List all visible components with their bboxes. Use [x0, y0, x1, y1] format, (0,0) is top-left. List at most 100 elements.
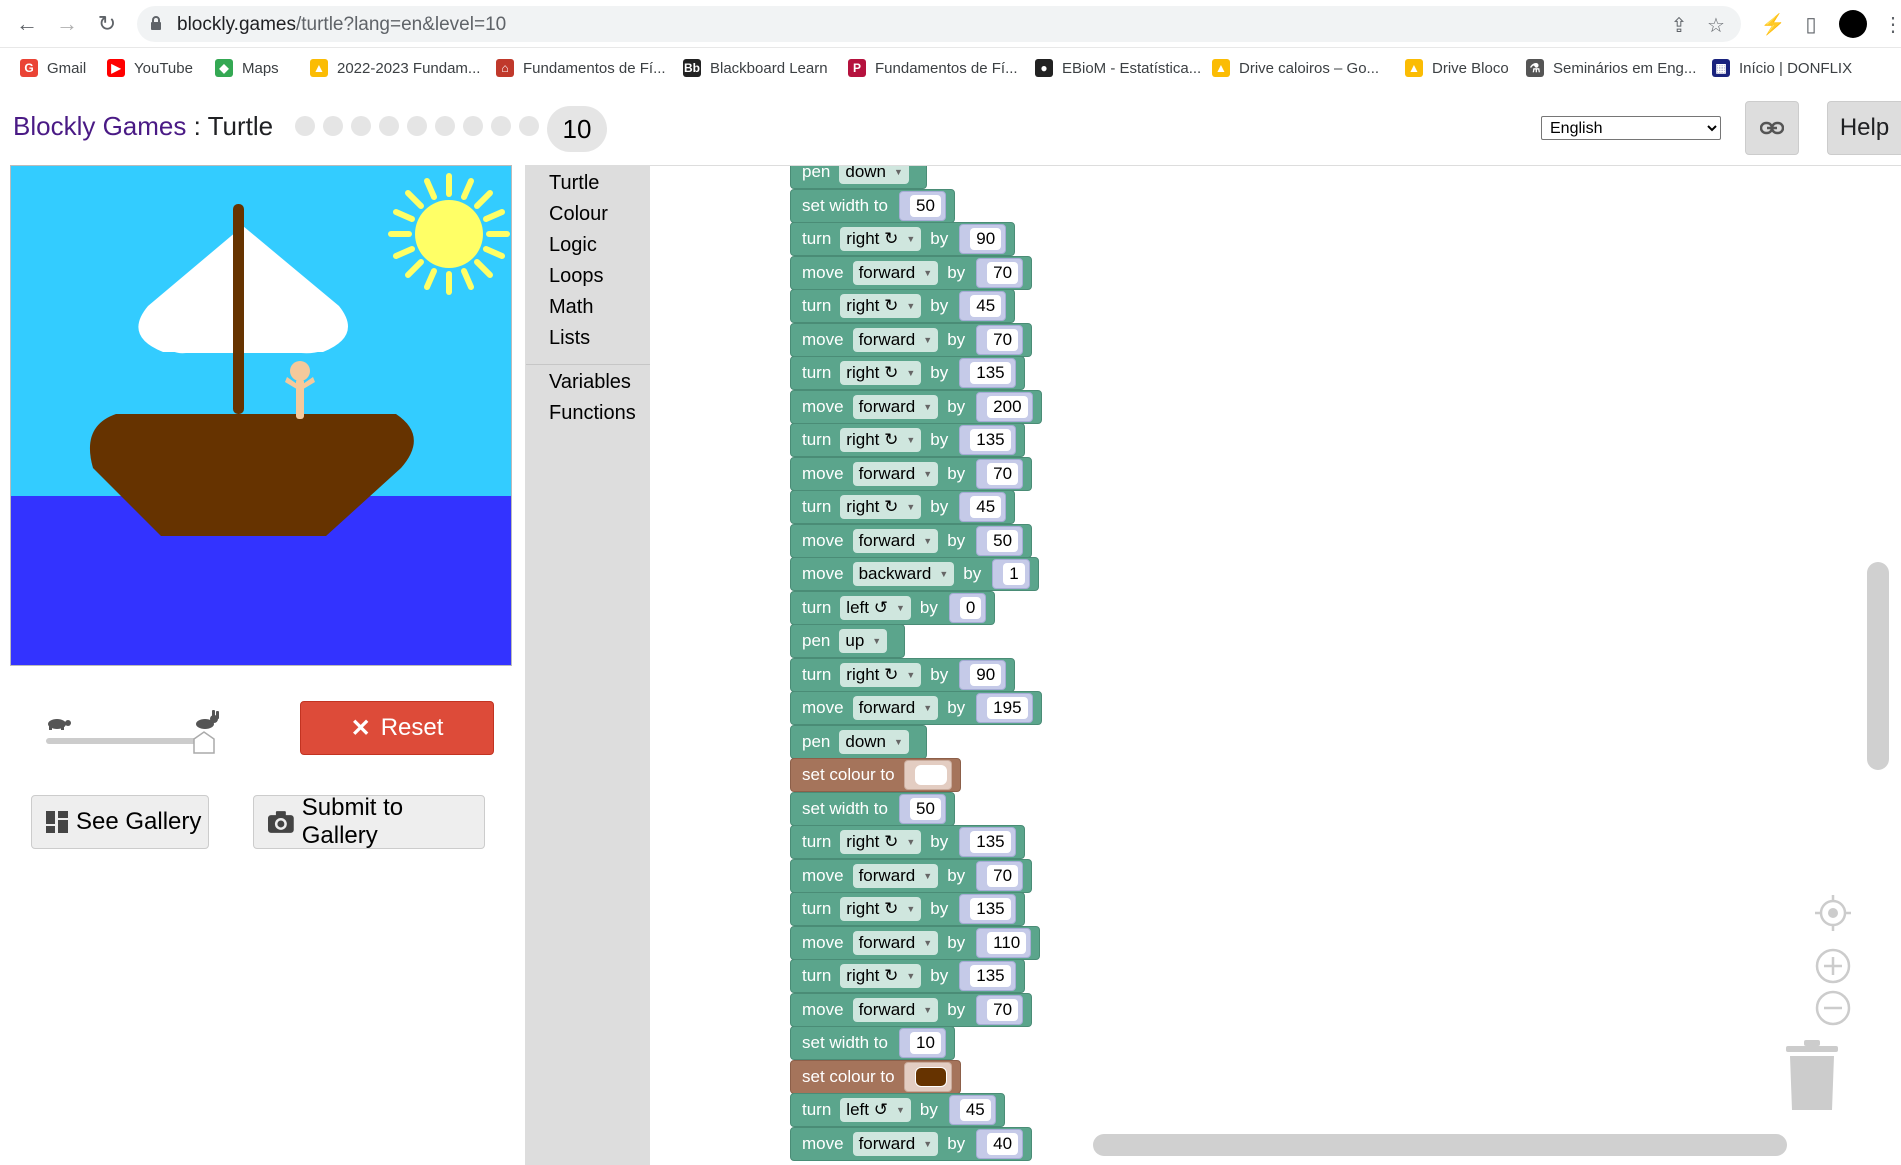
number-field[interactable]: 200	[987, 395, 1028, 418]
zoom-in-icon[interactable]	[1813, 946, 1853, 986]
vertical-scrollbar[interactable]	[1867, 562, 1889, 770]
block-dropdown[interactable]: left ↺ ▼	[840, 595, 911, 620]
number-field[interactable]: 45	[959, 1099, 991, 1121]
block-dropdown[interactable]: right ↻ ▼	[840, 495, 922, 519]
see-gallery-button[interactable]: See Gallery	[31, 795, 209, 849]
back-icon[interactable]: ←	[12, 9, 42, 39]
pen-block[interactable]: pen down ▼	[790, 166, 927, 189]
block-dropdown[interactable]: forward ▼	[852, 394, 939, 419]
horizontal-scrollbar[interactable]	[1093, 1134, 1787, 1156]
blockly-workspace[interactable]: Turtle Colour Logic Loops Math Lists Variables…	[525, 165, 1901, 1165]
turn-block[interactable]: turn right ↻ ▼ by 90	[790, 657, 1016, 692]
speed-track[interactable]	[46, 738, 206, 744]
move-block[interactable]: move forward ▼ by 195	[790, 691, 1042, 725]
block-dropdown[interactable]: forward ▼	[852, 696, 939, 720]
colour-swatch[interactable]	[914, 1066, 947, 1087]
block-dropdown[interactable]: forward ▼	[852, 260, 939, 285]
submit-gallery-button[interactable]: Submit to Gallery	[253, 794, 485, 849]
link-button[interactable]	[1745, 101, 1799, 155]
turn-block[interactable]: turn right ↻ ▼ by 135	[790, 959, 1025, 993]
number-field[interactable]: 135	[970, 898, 1011, 920]
number-field[interactable]: 135	[970, 429, 1011, 451]
bookmark-item[interactable]: ▦ Início | DONFLIX	[1712, 57, 1852, 79]
bookmark-item[interactable]: ▶ YouTube	[107, 57, 193, 79]
colour-block[interactable]: set colour to	[790, 758, 961, 792]
turn-block[interactable]: turn right ↻ ▼ by 135	[790, 356, 1025, 390]
block-dropdown[interactable]: forward ▼	[852, 461, 939, 486]
number-field[interactable]: 70	[987, 864, 1019, 887]
move-block[interactable]: move forward ▼ by 110	[790, 925, 1041, 960]
trash-icon[interactable]	[1782, 1036, 1842, 1116]
block-dropdown[interactable]: left ↺ ▼	[840, 1098, 911, 1122]
bookmark-item[interactable]: ⌂ Fundamentos de Fí...	[496, 57, 666, 79]
bookmark-item[interactable]: Bb Blackboard Learn	[683, 57, 828, 79]
share-icon[interactable]: ⇪	[1667, 13, 1691, 37]
block-dropdown[interactable]: forward ▼	[852, 327, 939, 352]
block-dropdown[interactable]: down ▼	[839, 729, 909, 754]
toolbox-category-math[interactable]: Math	[549, 296, 593, 319]
move-block[interactable]: move forward ▼ by 70	[790, 255, 1033, 290]
pen-block[interactable]: pen up ▼	[790, 624, 906, 658]
width-block[interactable]: set width to 50	[790, 791, 955, 826]
address-bar[interactable]: blockly.games/turtle?lang=en&level=10 ⇪ …	[137, 6, 1741, 42]
level-dot[interactable]	[491, 116, 511, 136]
language-select[interactable]: English	[1541, 116, 1721, 140]
number-field[interactable]: 90	[970, 663, 1002, 686]
number-field[interactable]: 70	[987, 328, 1019, 351]
side-panel-icon[interactable]: ▯	[1798, 11, 1824, 37]
level-dot[interactable]	[295, 116, 315, 136]
move-block[interactable]: move forward ▼ by 70	[790, 992, 1033, 1027]
extension-icon[interactable]: ⚡	[1760, 11, 1786, 37]
toolbox-category-logic[interactable]: Logic	[549, 234, 597, 257]
block-dropdown[interactable]: right ↻ ▼	[840, 897, 922, 921]
level-dot[interactable]	[379, 116, 399, 136]
level-dot[interactable]	[463, 116, 483, 136]
move-block[interactable]: move backward ▼ by 1	[790, 557, 1039, 591]
turn-block[interactable]: turn right ↻ ▼ by 135	[790, 423, 1025, 457]
recenter-icon[interactable]	[1813, 893, 1853, 933]
bookmark-item[interactable]: P Fundamentos de Fí...	[848, 57, 1018, 79]
block-dropdown[interactable]: right ↻ ▼	[840, 830, 922, 854]
bookmark-item[interactable]: ● EBioM - Estatística...	[1035, 57, 1201, 79]
turn-block[interactable]: turn left ↺ ▼ by 45	[790, 1093, 1005, 1127]
number-field[interactable]: 45	[970, 496, 1002, 518]
block-dropdown[interactable]: down ▼	[839, 166, 909, 184]
pen-block[interactable]: pen down ▼	[790, 724, 927, 759]
brand-link[interactable]: Blockly Games	[13, 111, 186, 141]
turn-block[interactable]: turn right ↻ ▼ by 45	[790, 490, 1016, 524]
bookmark-item[interactable]: ⚗ Seminários em Eng...	[1526, 57, 1696, 79]
number-field[interactable]: 50	[910, 194, 941, 217]
block-dropdown[interactable]: right ↻ ▼	[840, 662, 922, 687]
move-block[interactable]: move forward ▼ by 40	[790, 1126, 1033, 1161]
number-field[interactable]: 195	[987, 697, 1028, 719]
block-dropdown[interactable]: right ↻ ▼	[840, 227, 922, 251]
block-dropdown[interactable]: right ↻ ▼	[840, 361, 922, 385]
move-block[interactable]: move forward ▼ by 200	[790, 389, 1042, 424]
block-dropdown[interactable]: forward ▼	[852, 997, 939, 1022]
level-dot[interactable]	[435, 116, 455, 136]
reset-button[interactable]: ✕ Reset	[300, 701, 494, 755]
toolbox-category-variables[interactable]: Variables	[549, 371, 631, 394]
toolbox-category-turtle[interactable]: Turtle	[549, 172, 599, 195]
speed-thumb[interactable]	[192, 731, 216, 755]
toolbox-category-lists[interactable]: Lists	[549, 327, 590, 350]
star-icon[interactable]: ☆	[1704, 13, 1728, 37]
help-button[interactable]: Help	[1827, 101, 1901, 155]
turn-block[interactable]: turn right ↻ ▼ by 45	[790, 289, 1016, 323]
bookmark-item[interactable]: ◆ Maps	[215, 57, 279, 79]
block-dropdown[interactable]: forward ▼	[852, 528, 939, 553]
toolbox-category-functions[interactable]: Functions	[549, 402, 636, 425]
number-field[interactable]: 135	[970, 831, 1011, 853]
move-block[interactable]: move forward ▼ by 70	[790, 456, 1033, 491]
number-field[interactable]: 135	[970, 362, 1011, 384]
speed-slider[interactable]	[44, 710, 224, 760]
block-dropdown[interactable]: right ↻ ▼	[840, 294, 922, 318]
colour-block[interactable]: set colour to	[790, 1059, 961, 1094]
number-field[interactable]: 40	[987, 1132, 1019, 1155]
block-dropdown[interactable]: forward ▼	[852, 863, 939, 888]
move-block[interactable]: move forward ▼ by 70	[790, 322, 1033, 357]
number-field[interactable]: 70	[987, 261, 1019, 284]
number-field[interactable]: 10	[910, 1032, 941, 1054]
number-field[interactable]: 70	[987, 998, 1019, 1021]
block-dropdown[interactable]: up ▼	[839, 629, 888, 653]
